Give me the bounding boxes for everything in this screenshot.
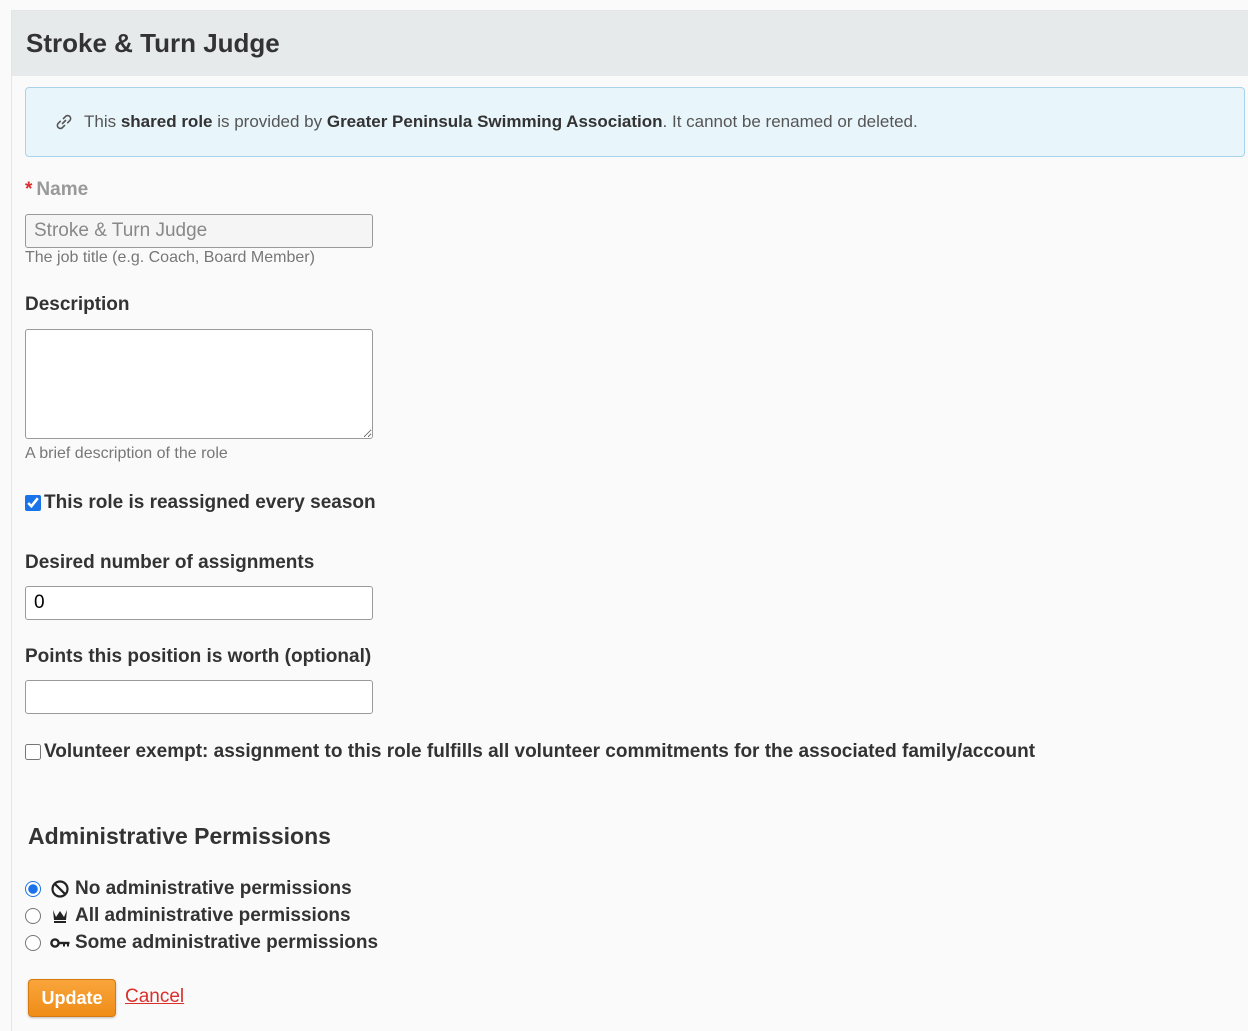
volunteer-exempt-row[interactable]: Volunteer exempt: assignment to this rol… [25, 741, 1035, 763]
permission-radio-none[interactable] [25, 881, 41, 897]
page-title: Stroke & Turn Judge [26, 28, 280, 58]
key-icon [50, 938, 70, 948]
description-label: Description [25, 294, 130, 315]
name-label: * Name [25, 179, 89, 200]
notice-org-name: Greater Peninsula Swimming Association [326, 112, 663, 131]
permission-radio-all[interactable] [25, 908, 41, 924]
cancel-link[interactable]: Cancel [125, 986, 184, 1008]
update-button[interactable]: Update [28, 979, 116, 1017]
reassigned-checkbox-row[interactable]: This role is reassigned every season [25, 492, 376, 514]
name-help: The job title (e.g. Coach, Board Member) [25, 249, 315, 266]
permission-option-some[interactable]: Some administrative permissions [25, 932, 378, 954]
points-label: Points this position is worth (optional) [25, 646, 372, 667]
description-help: A brief description of the role [25, 445, 228, 462]
role-edit-panel: Stroke & Turn Judge This shared role is … [11, 10, 1248, 1031]
description-field[interactable] [25, 329, 373, 439]
crown-icon [53, 910, 67, 923]
name-field[interactable] [25, 214, 373, 248]
ban-icon [51, 880, 69, 898]
panel-header: Stroke & Turn Judge [12, 11, 1248, 76]
shared-role-notice: This shared role is provided by Greater … [25, 87, 1245, 157]
permission-radio-some[interactable] [25, 935, 41, 951]
points-field[interactable] [25, 680, 373, 714]
permissions-title: Administrative Permissions [28, 823, 331, 849]
permission-option-all[interactable]: All administrative permissions [25, 905, 351, 927]
desired-assignments-field[interactable] [25, 586, 373, 620]
notice-shared-role: shared role [120, 112, 213, 131]
link-icon [56, 114, 72, 130]
required-mark: * [25, 179, 33, 200]
volunteer-exempt-checkbox[interactable] [25, 744, 41, 760]
reassigned-checkbox[interactable] [25, 495, 41, 511]
desired-assignments-label: Desired number of assignments [25, 552, 315, 573]
notice-text: This shared role is provided by Greater … [84, 112, 918, 131]
permission-option-none[interactable]: No administrative permissions [25, 878, 352, 900]
